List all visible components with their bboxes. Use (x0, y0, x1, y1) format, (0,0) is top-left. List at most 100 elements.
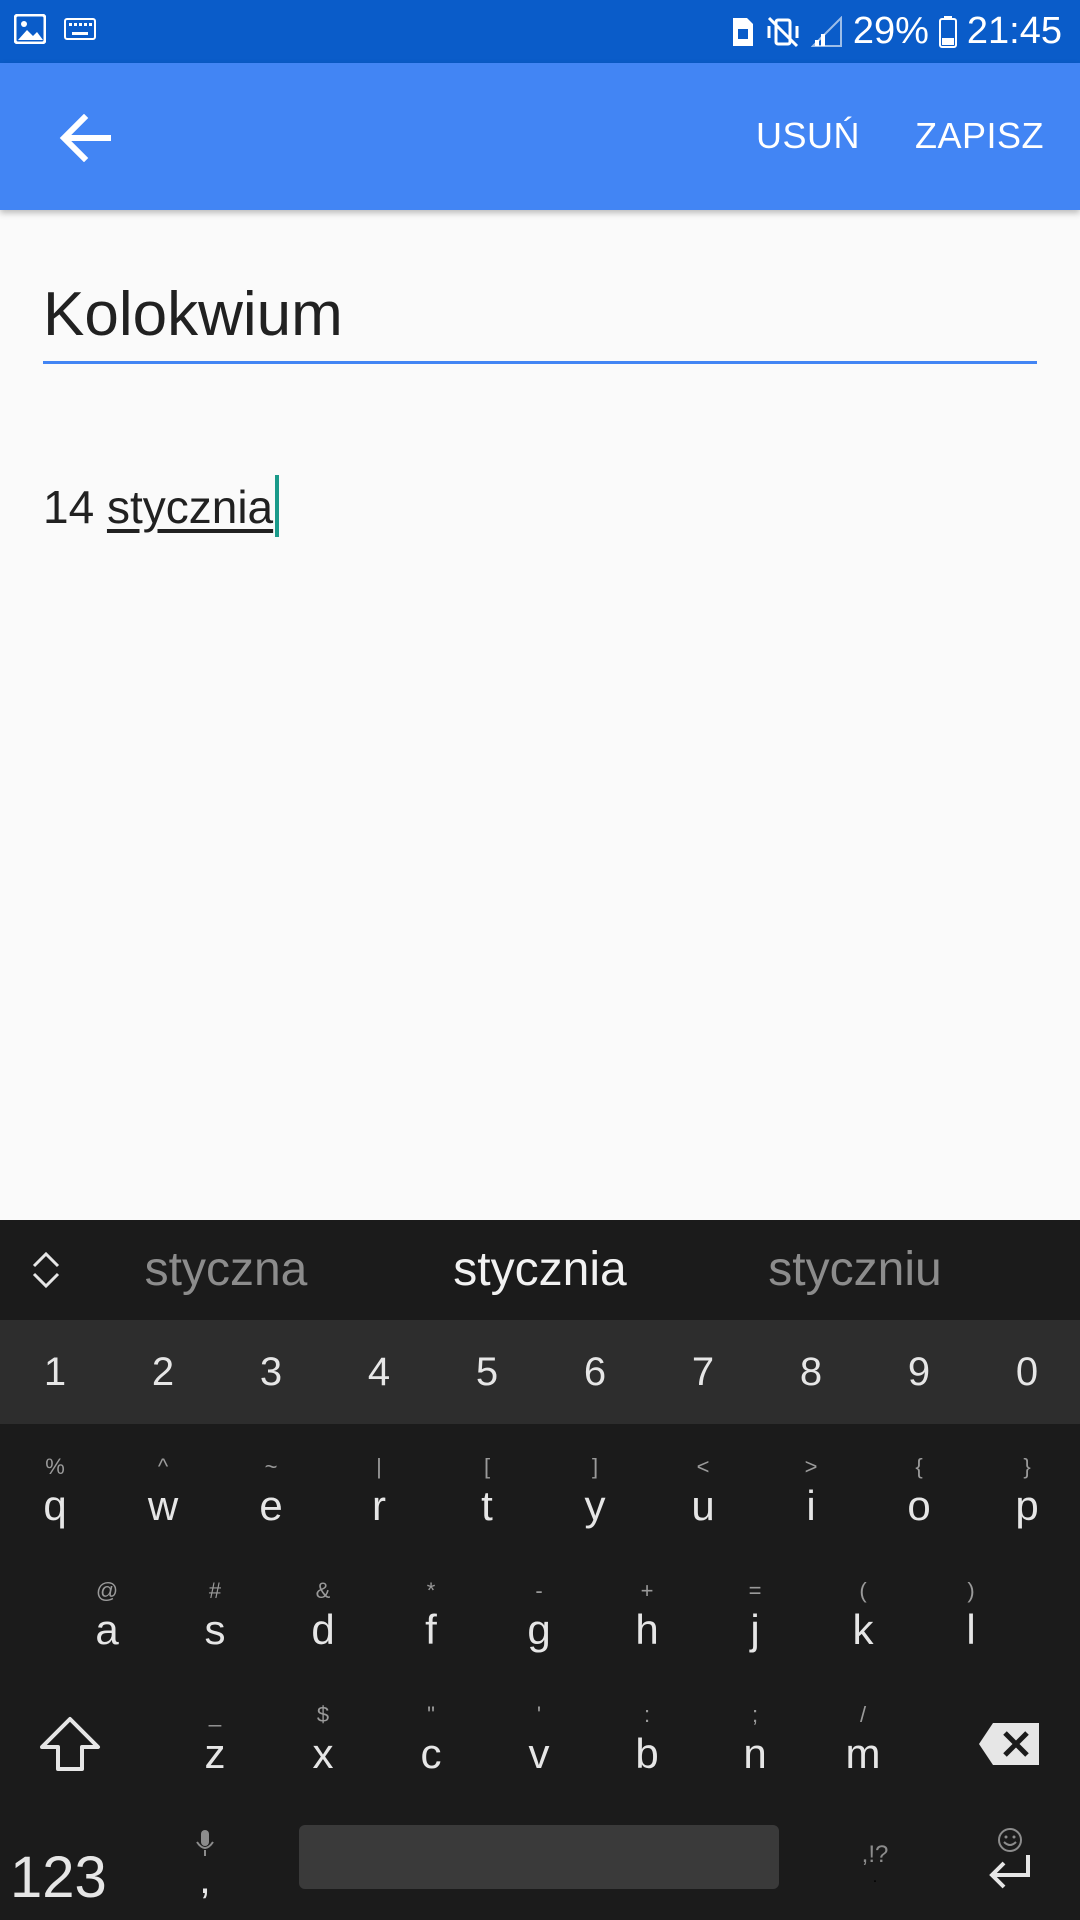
key-hint: ; (751, 1702, 759, 1727)
key-y[interactable]: ] y (541, 1436, 649, 1560)
key-b[interactable]: :b (593, 1684, 701, 1808)
battery-percent: 29% (852, 10, 929, 52)
key-p[interactable]: } p (973, 1436, 1080, 1560)
key-d[interactable]: & d (269, 1560, 377, 1684)
key-h[interactable]: + h (593, 1560, 701, 1684)
shift-key[interactable] (20, 1682, 120, 1806)
key-label: g (527, 1606, 551, 1653)
key-label: d (311, 1606, 335, 1653)
key-a[interactable]: @ a (53, 1560, 161, 1684)
key-q[interactable]: % q (1, 1436, 109, 1560)
key-hint: @ (95, 1578, 119, 1603)
comma-key[interactable]: , (160, 1804, 250, 1920)
key-label: e (259, 1482, 283, 1529)
status-bar-system: 29% 21:45 (731, 10, 1062, 53)
back-button[interactable] (50, 103, 120, 173)
suggestion-3[interactable]: styczniu (705, 1242, 1005, 1297)
key-label: a (95, 1606, 119, 1653)
key-t[interactable]: [t (433, 1436, 541, 1560)
key-8[interactable]: 8 (757, 1320, 865, 1424)
period-key[interactable]: ,!? . (830, 1804, 920, 1920)
key-l[interactable]: ) l (917, 1560, 1025, 1684)
status-bar: 29% 21:45 (0, 0, 1080, 63)
key-n[interactable]: ; n (701, 1684, 809, 1808)
enter-icon (989, 1855, 1030, 1889)
key-9[interactable]: 9 (865, 1320, 973, 1424)
expand-collapse-icon[interactable] (26, 1250, 66, 1290)
note-body-composing-word: stycznia (106, 481, 274, 533)
key-label: u (691, 1482, 715, 1529)
key-hint: & (315, 1578, 331, 1603)
symbols-key[interactable]: 123 (10, 1822, 130, 1920)
key-w[interactable]: ^ w (109, 1436, 217, 1560)
key-hint: [ (483, 1454, 491, 1479)
key-hint: _ (208, 1702, 222, 1727)
key-label: . (872, 1869, 878, 1886)
key-label: s (204, 1606, 226, 1653)
backspace-key[interactable] (960, 1682, 1060, 1806)
key-v[interactable]: ' v (485, 1684, 593, 1808)
key-z[interactable]: _ z (161, 1684, 269, 1808)
key-4[interactable]: 4 (325, 1320, 433, 1424)
key-5[interactable]: 5 (433, 1320, 541, 1424)
suggestion-1[interactable]: styczna (76, 1242, 376, 1297)
key-f[interactable]: * f (377, 1560, 485, 1684)
note-body-text: 14 (43, 481, 107, 533)
signal-icon (810, 15, 843, 48)
key-label: j (750, 1606, 760, 1653)
key-label: , (199, 1855, 211, 1902)
sim-icon (731, 16, 755, 48)
key-g[interactable]: -g (485, 1560, 593, 1684)
key-r[interactable]: | r (325, 1436, 433, 1560)
gallery-icon (14, 14, 46, 44)
key-k[interactable]: (k (809, 1560, 917, 1684)
key-label: f (425, 1606, 437, 1653)
suggestion-2[interactable]: stycznia (390, 1242, 690, 1297)
note-title-field[interactable] (43, 268, 1037, 364)
key-2[interactable]: 2 (109, 1320, 217, 1424)
key-u[interactable]: < u (649, 1436, 757, 1560)
key-hint: * (426, 1578, 436, 1603)
key-x[interactable]: $ x (269, 1684, 377, 1808)
key-label: w (147, 1482, 179, 1529)
key-m[interactable]: / m (809, 1684, 917, 1808)
key-e[interactable]: ~ e (217, 1436, 325, 1560)
key-hint: # (208, 1578, 222, 1603)
suggestion-bar: styczna stycznia styczniu (0, 1220, 1080, 1320)
key-hint: ^ (157, 1454, 169, 1479)
delete-button[interactable]: USUŃ (756, 115, 860, 157)
key-c[interactable]: " c (377, 1684, 485, 1808)
key-hint: / (859, 1702, 867, 1727)
key-hint: ' (536, 1702, 542, 1727)
microphone-icon (196, 1830, 214, 1856)
key-6[interactable]: 6 (541, 1320, 649, 1424)
key-label: p (1015, 1482, 1039, 1529)
key-s[interactable]: # s (161, 1560, 269, 1684)
battery-icon (938, 15, 957, 48)
key-hint: ) (967, 1578, 975, 1603)
status-bar-notifications (14, 14, 96, 44)
enter-key[interactable] (960, 1804, 1060, 1914)
key-1[interactable]: 1 (1, 1320, 109, 1424)
space-key[interactable] (299, 1825, 779, 1889)
key-hint: < (696, 1454, 710, 1479)
key-label: b (635, 1730, 659, 1777)
key-hint: } (1023, 1454, 1031, 1479)
key-hint: { (915, 1454, 923, 1479)
key-hint: " (427, 1702, 435, 1727)
key-o[interactable]: {o (865, 1436, 973, 1560)
key-label: y (584, 1482, 606, 1529)
clock: 21:45 (966, 10, 1062, 52)
key-hint: % (45, 1454, 65, 1479)
key-7[interactable]: 7 (649, 1320, 757, 1424)
key-j[interactable]: = j (701, 1560, 809, 1684)
key-i[interactable]: > i (757, 1436, 865, 1560)
save-button[interactable]: ZAPISZ (915, 115, 1044, 157)
text-caret (275, 475, 280, 537)
emoji-icon (998, 1828, 1022, 1852)
key-label: o (907, 1482, 931, 1529)
key-label: z (204, 1730, 226, 1777)
note-body-field[interactable]: 14 stycznia (43, 475, 280, 537)
key-3[interactable]: 3 (217, 1320, 325, 1424)
key-0[interactable]: 0 (973, 1320, 1080, 1424)
